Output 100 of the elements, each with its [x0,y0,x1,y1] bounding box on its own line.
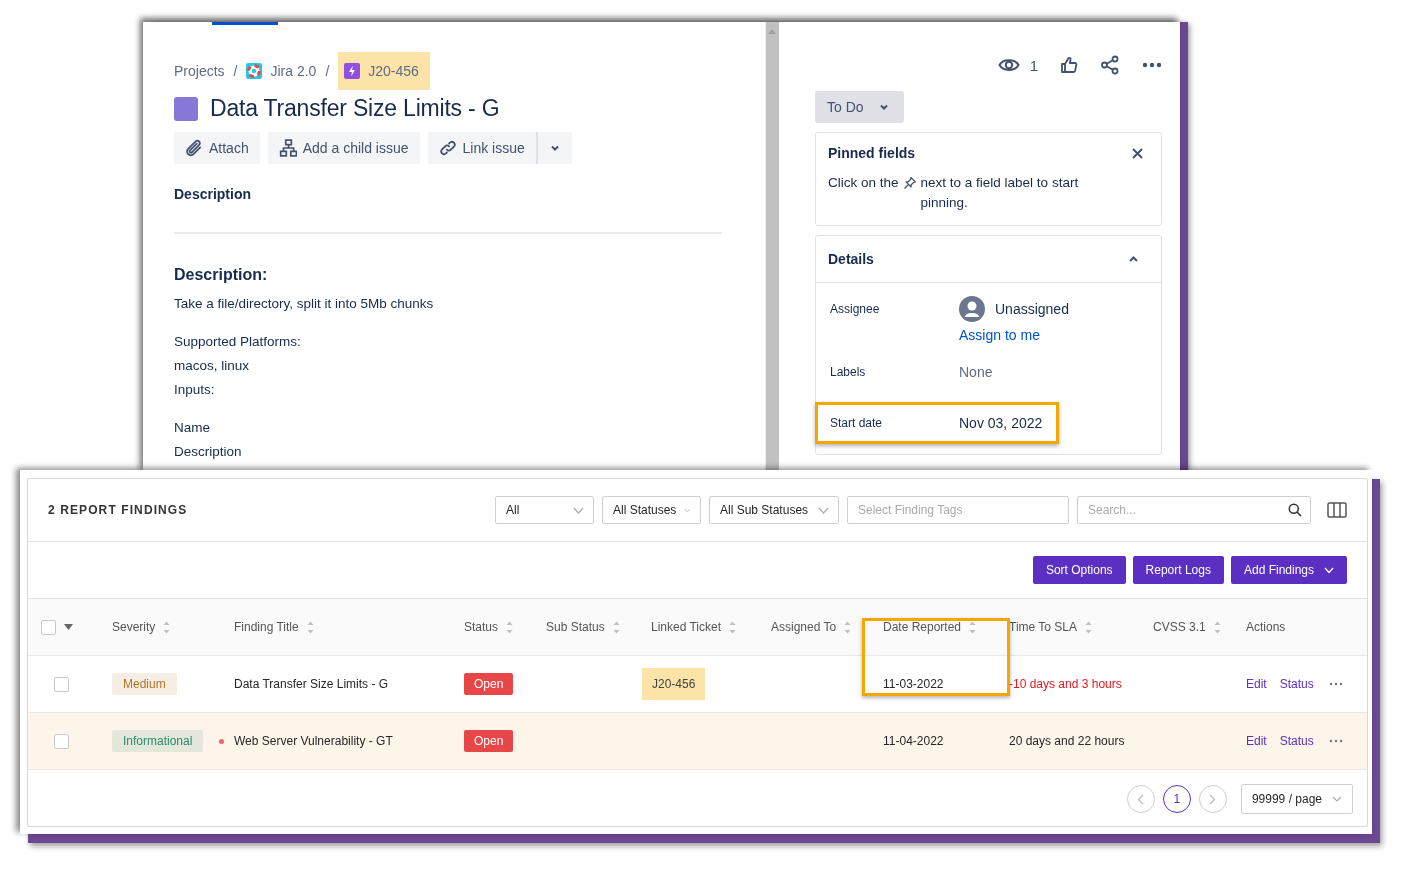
chevron-right-icon [1209,793,1217,805]
section-label: Description [174,186,252,202]
field-value: Nov 03, 2022 [959,415,1043,431]
action-link[interactable]: Edit [1246,677,1267,691]
hint-text: Click on the [828,174,899,192]
chevron-down-icon [573,506,584,514]
chevron-down-icon [1324,566,1334,574]
status-badge: Open [464,730,514,752]
like-button[interactable] [1060,56,1078,74]
severity-tag: Informational [112,730,204,752]
column-header[interactable]: Sub Status [546,620,605,634]
chevron-down-icon [684,506,691,514]
field-label: Start date [830,415,884,432]
column-header[interactable]: Status [464,620,499,634]
assign-link[interactable]: Assign to me [959,327,1069,343]
issue-icon [344,63,361,79]
findings-title: 2 REPORT FINDINGS [48,503,189,517]
description-text: Take a file/directory, split it into 5Mb chunks [174,295,435,313]
issue-type-icon [174,96,198,121]
filter-select[interactable]: All Sub Statuses [709,496,839,524]
description-text: Supported Platforms: [174,333,302,351]
row-checkbox[interactable] [54,733,69,749]
more-icon [1328,682,1343,686]
field-label: Labels [830,364,867,381]
page-button[interactable]: 1 [1162,785,1191,813]
column-header[interactable]: Assigned To [771,620,837,634]
chevron-up-icon [1128,255,1139,263]
chevron-left-icon [1137,793,1145,805]
select-all-checkbox[interactable] [41,619,56,635]
close-button[interactable] [1132,147,1143,159]
search-icon [1288,503,1302,517]
sla-cell: -10 days and 3 hours [1009,677,1122,691]
column-header[interactable]: CVSS 3.1 [1153,620,1206,634]
paperclip-icon [185,139,203,157]
avatar-icon [959,296,985,322]
date-cell: 11-04-2022 [883,734,944,748]
column-header[interactable]: Linked Ticket [651,620,722,634]
column-header: Actions [1246,620,1286,634]
ticket-link[interactable]: J20-456 [642,668,706,700]
chevron-down-icon [1332,796,1342,802]
action-button[interactable]: Add a child issue [267,132,420,164]
finding-title: Data Transfer Size Limits - G [234,677,389,691]
project-icon [246,63,263,79]
toolbar-button[interactable]: Report Logs [1132,556,1224,584]
action-link[interactable]: Status [1279,677,1314,691]
status-badge: Open [464,673,514,695]
toolbar-button[interactable]: Sort Options [1032,556,1126,584]
link-icon [438,139,457,157]
thumbs-up-icon [1060,56,1078,74]
description-text: Name [174,419,211,437]
collapse-button[interactable] [1128,255,1139,263]
share-button[interactable] [1100,55,1120,75]
field-label: Assignee [830,301,881,318]
description-text: Description [174,443,243,461]
action-link[interactable]: Status [1279,734,1314,748]
field-value: Unassigned [995,301,1069,317]
filter-select[interactable]: All [495,496,594,524]
column-header[interactable]: Finding Title [234,620,299,634]
column-header[interactable]: Severity [112,620,156,634]
severity-tag: Medium [112,673,177,695]
description-heading: Description: [174,266,269,284]
breadcrumb-separator: / [325,63,330,79]
hint-text: next to a field label to start pinning. [920,174,1080,212]
watch-button[interactable]: 1 [997,56,1038,74]
columns-icon [1327,502,1347,518]
breadcrumb-link[interactable]: J20-456 [338,52,430,90]
date-cell: 11-03-2022 [883,677,944,691]
eye-icon [997,57,1020,73]
issue-title: Data Transfer Size Limits - G [210,95,500,122]
sla-cell: 20 days and 22 hours [1009,734,1125,748]
more-icon [1142,62,1162,68]
scroll-up-icon [768,28,776,34]
share-icon [1100,55,1120,75]
description-text: macos, linux [174,357,251,375]
breadcrumb-link[interactable]: Jira 2.0 [246,63,317,79]
status-dropdown[interactable]: To Do [815,91,904,123]
field-value: None [959,364,993,380]
card-title: Pinned fields [828,145,916,161]
action-button[interactable]: Attach [174,132,260,164]
hierarchy-icon [278,139,297,157]
page-size-select[interactable]: 99999 / page [1240,784,1353,814]
breadcrumb-separator: / [233,63,238,79]
column-header[interactable]: Time To SLA [1009,620,1078,634]
action-link[interactable]: Edit [1246,734,1267,748]
filter-select[interactable]: All Statuses [602,496,701,524]
close-icon [1132,147,1143,159]
description-text: Inputs: [174,381,216,399]
more-button[interactable] [1142,62,1162,68]
toolbar-button[interactable]: Add Findings [1230,556,1347,584]
pin-icon [902,176,917,190]
row-checkbox[interactable] [54,676,69,692]
tab-indicator [212,22,278,25]
finding-title: Web Server Vulnerability - GT [234,734,393,748]
card-title: Details [828,251,874,267]
column-header[interactable]: Date Reported [883,620,962,634]
action-button[interactable]: Link issue [427,132,536,164]
columns-button[interactable] [1327,502,1347,518]
tags-field[interactable]: Select Finding Tags [847,496,1069,524]
breadcrumb-link[interactable]: Projects [174,63,225,79]
search-field[interactable]: Search... [1077,496,1311,524]
